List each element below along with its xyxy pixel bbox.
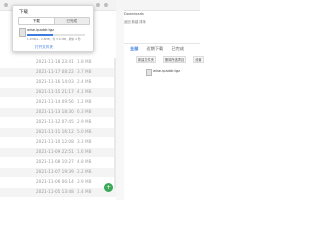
row-size: 3.3 MB [77, 139, 92, 144]
menu-icon[interactable] [104, 3, 108, 7]
delete-selected-button[interactable]: 删除所选项目 [163, 56, 187, 63]
list-row[interactable]: 2021-11-12 07:45 2.9 MB [0, 118, 116, 127]
row-date: 2021-11-10 12:08 [36, 139, 74, 144]
row-size: 4.8 MB [77, 159, 92, 164]
popup-tabs: 下载 已完成 [18, 17, 90, 25]
row-size: 1.8 MB [77, 59, 92, 64]
list-row[interactable]: 2021-11-08 10:27 4.8 MB [0, 158, 116, 167]
row-size: 6.3 MB [77, 109, 92, 114]
popup-title: 下载 [19, 10, 28, 15]
file-icon [19, 28, 26, 37]
download-progress-fill [27, 34, 54, 36]
row-size: 2.9 MB [77, 119, 92, 124]
row-date: 2021-11-16 14:03 [36, 79, 74, 84]
row-size: 1.6 MB [77, 149, 92, 154]
list-row[interactable]: 2021-11-13 18:30 6.3 MB [0, 108, 116, 117]
download-item[interactable]: wise.ipaddr.tgz 1.2MB/s - 2.8MB，共 5.6 MB… [18, 28, 88, 42]
file-manager-toolbar: 返回 新建 排序 [124, 20, 146, 24]
list-row[interactable]: 2021-11-10 12:08 3.3 MB [0, 138, 116, 147]
download-file-name: wise.ipaddr.tgz [27, 28, 55, 32]
row-date: 2021-11-15 21:17 [36, 89, 74, 94]
file-list: 2021-11-18 23:41 1.8 MB 2021-11-17 08:22 3.… [0, 58, 116, 200]
toolbar-dot[interactable] [4, 3, 8, 7]
list-row[interactable]: 2021-11-15 21:17 4.1 MB [0, 88, 116, 97]
list-row[interactable]: 2021-11-17 08:22 3.7 MB [0, 68, 116, 77]
list-row[interactable]: 2021-11-06 06:14 3.9 MB [0, 178, 116, 187]
row-date: 2021-11-06 06:14 [36, 179, 74, 184]
path-bar[interactable]: Downloads [124, 12, 144, 16]
row-size: 3.9 MB [77, 179, 92, 184]
file-manager-titlebar [116, 0, 200, 11]
open-folder-link[interactable]: 打开文件夹 [35, 45, 53, 50]
file-entry-name: wise.ipaddr.tgz [153, 69, 181, 73]
file-manager-sidebar [116, 10, 124, 200]
download-progress-bar [27, 34, 85, 36]
download-status: 1.2MB/s - 2.8MB，共 5.6 MB，剩余 4 秒 [27, 37, 81, 41]
list-row[interactable]: 2021-11-14 09:56 1.2 MB [0, 98, 116, 107]
row-date: 2021-11-17 08:22 [36, 69, 74, 74]
tabs-divider [124, 43, 200, 44]
row-size: 4.1 MB [77, 89, 92, 94]
row-size: 2.2 MB [77, 169, 92, 174]
list-row[interactable]: 2021-11-18 23:41 1.8 MB [0, 58, 116, 67]
download-popup: 下载 下载 已完成 wise.ipaddr.tgz 1.2MB/s - 2.8M… [12, 5, 94, 52]
row-date: 2021-11-13 18:30 [36, 109, 74, 114]
row-size: 3.7 MB [77, 69, 92, 74]
row-date: 2021-11-18 23:41 [36, 59, 74, 64]
list-row[interactable]: 2021-11-11 16:12 5.0 MB [0, 128, 116, 137]
row-date: 2021-11-09 22:51 [36, 149, 74, 154]
tab-completed[interactable]: 已完成 [54, 18, 89, 24]
row-date: 2021-11-11 16:12 [36, 129, 74, 134]
file-icon [146, 69, 152, 76]
toolbar-icon[interactable] [96, 3, 100, 7]
row-date: 2021-11-08 10:27 [36, 159, 74, 164]
new-folder-button[interactable]: 新建文件夹 [136, 56, 156, 63]
file-manager-window [116, 0, 201, 200]
tab-downloading[interactable]: 下载 [19, 18, 55, 24]
list-row[interactable]: 2021-11-05 13:48 1.4 MB [0, 188, 116, 197]
row-size: 2.4 MB [77, 79, 92, 84]
action-bar: 新建文件夹 删除所选项目 设置 [136, 46, 206, 65]
list-row[interactable]: 2021-11-09 22:51 1.6 MB [0, 148, 116, 157]
settings-button[interactable]: 设置 [193, 56, 204, 63]
row-size: 1.2 MB [77, 99, 92, 104]
row-date: 2021-11-07 19:39 [36, 169, 74, 174]
row-date: 2021-11-14 09:56 [36, 99, 74, 104]
row-date: 2021-11-05 13:48 [36, 189, 74, 194]
row-date: 2021-11-12 07:45 [36, 119, 74, 124]
list-row[interactable]: 2021-11-16 14:03 2.4 MB [0, 78, 116, 87]
row-size: 5.0 MB [77, 129, 92, 134]
row-size: 1.4 MB [77, 189, 92, 194]
add-button[interactable]: + [104, 183, 113, 192]
list-row[interactable]: 2021-11-07 19:39 2.2 MB [0, 168, 116, 177]
